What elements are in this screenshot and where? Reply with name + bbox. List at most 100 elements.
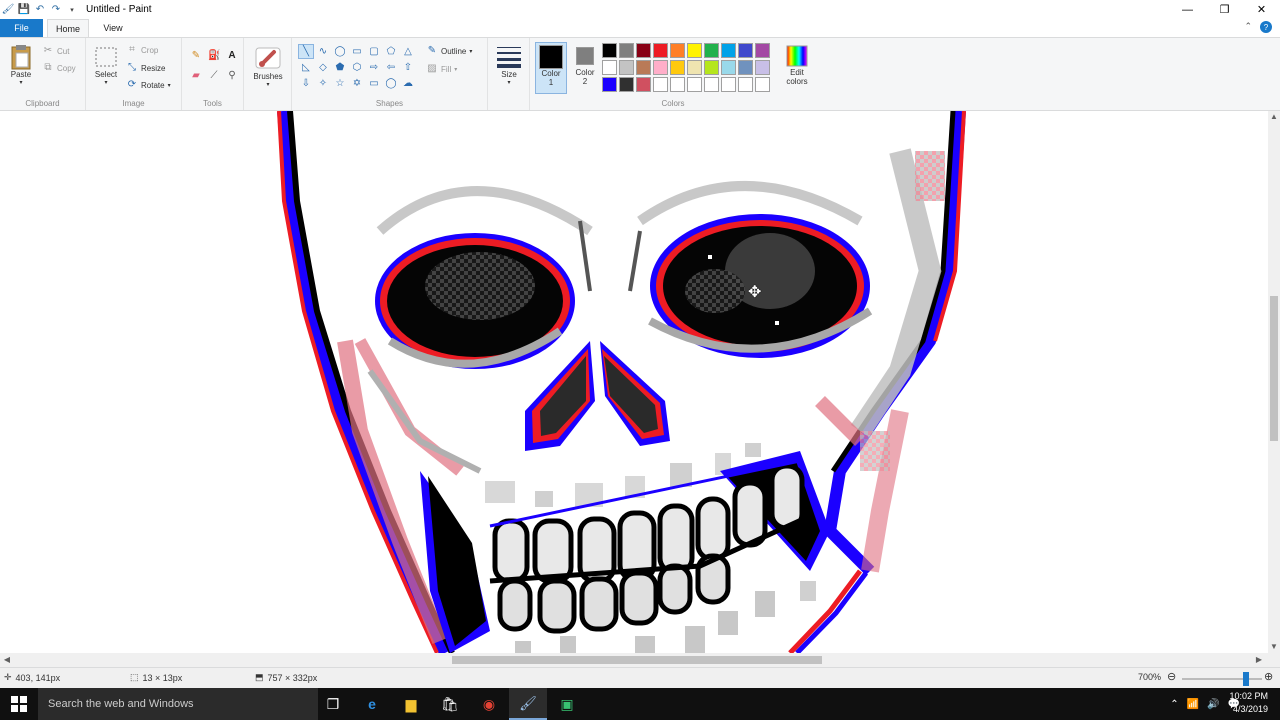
edit-colors-button[interactable]: Edit colors — [780, 44, 814, 86]
tab-file[interactable]: File — [0, 19, 43, 37]
horizontal-scroll-thumb[interactable] — [452, 656, 822, 664]
network-icon[interactable]: 📶 — [1187, 699, 1199, 710]
right-triangle-shape-icon[interactable]: ◺ — [298, 60, 314, 75]
save-icon[interactable]: 💾 — [16, 2, 32, 18]
palette-swatch[interactable] — [738, 43, 753, 58]
oval-shape-icon[interactable]: ◯ — [332, 44, 348, 59]
fill-dropdown[interactable]: ▨ Fill ▾ — [426, 63, 457, 75]
hexagon-shape-icon[interactable]: ⬡ — [349, 60, 365, 75]
palette-swatch[interactable] — [704, 77, 719, 92]
minimize-button[interactable]: — — [1169, 0, 1206, 19]
terminal-app-icon[interactable]: ▣ — [548, 688, 586, 720]
help-icon[interactable]: ? — [1260, 21, 1272, 33]
vertical-scrollbar[interactable]: ▲ ▼ — [1268, 111, 1280, 653]
palette-swatch[interactable] — [636, 43, 651, 58]
palette-swatch[interactable] — [653, 77, 668, 92]
undo-icon[interactable]: ↶ — [32, 2, 48, 18]
maximize-button[interactable]: ❐ — [1206, 0, 1243, 19]
color-picker-icon[interactable]: ⟋ — [208, 70, 220, 82]
select-button[interactable]: Select ▾ — [90, 44, 122, 86]
polygon-shape-icon[interactable]: ⬠ — [383, 44, 399, 59]
pentagon-shape-icon[interactable]: ⬟ — [332, 60, 348, 75]
pencil-icon[interactable]: ✎ — [190, 50, 202, 62]
five-point-star-shape-icon[interactable]: ☆ — [332, 76, 348, 91]
rotate-button[interactable]: ⟳ Rotate ▾ — [126, 79, 171, 91]
scroll-down-icon[interactable]: ▼ — [1268, 641, 1280, 653]
task-view-icon[interactable]: ❐ — [314, 688, 352, 720]
scroll-right-icon[interactable]: ▶ — [1252, 653, 1266, 667]
palette-swatch[interactable] — [636, 77, 651, 92]
horizontal-scrollbar[interactable]: ◀ ▶ — [0, 653, 1280, 667]
chrome-browser-icon[interactable]: ◉ — [470, 688, 508, 720]
diamond-shape-icon[interactable]: ◇ — [315, 60, 331, 75]
rounded-rectangle-shape-icon[interactable]: ▢ — [366, 44, 382, 59]
palette-swatch[interactable] — [636, 60, 651, 75]
volume-icon[interactable]: 🔊 — [1207, 699, 1219, 710]
color2-button[interactable]: Color 2 — [570, 44, 600, 86]
taskbar-clock[interactable]: 10:02 PM 4/3/2019 — [1229, 690, 1268, 716]
zoom-slider-thumb[interactable] — [1243, 672, 1249, 686]
palette-swatch[interactable] — [704, 60, 719, 75]
cloud-callout-shape-icon[interactable]: ☁ — [400, 76, 416, 91]
palette-swatch[interactable] — [602, 77, 617, 92]
palette-swatch[interactable] — [738, 77, 753, 92]
redo-icon[interactable]: ↷ — [48, 2, 64, 18]
right-arrow-shape-icon[interactable]: ⇨ — [366, 60, 382, 75]
taskbar-search[interactable]: Search the web and Windows — [38, 688, 318, 720]
paint-taskbar-icon[interactable]: 🖌 — [509, 688, 547, 720]
left-arrow-shape-icon[interactable]: ⇦ — [383, 60, 399, 75]
paste-button[interactable]: Paste ▾ — [8, 44, 34, 86]
palette-swatch[interactable] — [687, 77, 702, 92]
resize-button[interactable]: ⤡ Resize — [126, 62, 165, 74]
palette-swatch[interactable] — [721, 60, 736, 75]
magnifier-icon[interactable]: ⚲ — [226, 70, 238, 82]
show-hidden-icons-icon[interactable]: ⌃ — [1170, 699, 1178, 710]
palette-swatch[interactable] — [738, 60, 753, 75]
drawing-canvas[interactable]: ✥ — [0, 111, 1268, 653]
palette-swatch[interactable] — [687, 60, 702, 75]
outline-dropdown[interactable]: ✎ Outline ▾ — [426, 45, 473, 57]
close-button[interactable]: ✕ — [1243, 0, 1280, 19]
palette-swatch[interactable] — [619, 60, 634, 75]
palette-swatch[interactable] — [602, 60, 617, 75]
line-shape-icon[interactable]: ╲ — [298, 44, 314, 59]
tab-home[interactable]: Home — [47, 19, 89, 37]
start-button[interactable] — [0, 688, 38, 720]
file-explorer-icon[interactable]: ▆ — [392, 688, 430, 720]
store-icon[interactable]: 🛍 — [431, 688, 469, 720]
palette-swatch[interactable] — [670, 43, 685, 58]
collapse-ribbon-icon[interactable]: ⌃ — [1244, 21, 1252, 33]
up-arrow-shape-icon[interactable]: ⇧ — [400, 60, 416, 75]
tab-view[interactable]: View — [96, 19, 130, 37]
palette-swatch[interactable] — [721, 43, 736, 58]
fill-bucket-icon[interactable]: ⛽ — [208, 50, 220, 62]
palette-swatch[interactable] — [755, 43, 770, 58]
palette-swatch[interactable] — [687, 43, 702, 58]
curve-shape-icon[interactable]: ∿ — [315, 44, 331, 59]
color1-button[interactable]: Color 1 — [535, 42, 567, 94]
palette-swatch[interactable] — [755, 60, 770, 75]
four-point-star-shape-icon[interactable]: ✧ — [315, 76, 331, 91]
text-icon[interactable]: A — [226, 50, 238, 62]
oval-callout-shape-icon[interactable]: ◯ — [383, 76, 399, 91]
rectangle-shape-icon[interactable]: ▭ — [349, 44, 365, 59]
scroll-left-icon[interactable]: ◀ — [0, 653, 14, 667]
zoom-slider[interactable] — [1182, 678, 1262, 680]
size-button[interactable]: Size ▾ — [494, 44, 524, 86]
copy-button[interactable]: ⧉ Copy — [42, 62, 75, 74]
palette-swatch[interactable] — [670, 77, 685, 92]
eraser-icon[interactable]: ▰ — [190, 70, 202, 82]
six-point-star-shape-icon[interactable]: ✡ — [349, 76, 365, 91]
palette-swatch[interactable] — [653, 43, 668, 58]
edge-browser-icon[interactable]: e — [353, 688, 391, 720]
palette-swatch[interactable] — [653, 60, 668, 75]
scroll-up-icon[interactable]: ▲ — [1268, 111, 1280, 123]
zoom-in-icon[interactable]: ⊕ — [1264, 670, 1273, 683]
palette-swatch[interactable] — [670, 60, 685, 75]
customize-icon[interactable]: ▾ — [64, 2, 80, 18]
vertical-scroll-thumb[interactable] — [1270, 296, 1278, 441]
palette-swatch[interactable] — [602, 43, 617, 58]
brushes-button[interactable]: Brushes ▾ — [250, 44, 286, 88]
zoom-out-icon[interactable]: ⊖ — [1167, 670, 1176, 683]
palette-swatch[interactable] — [755, 77, 770, 92]
